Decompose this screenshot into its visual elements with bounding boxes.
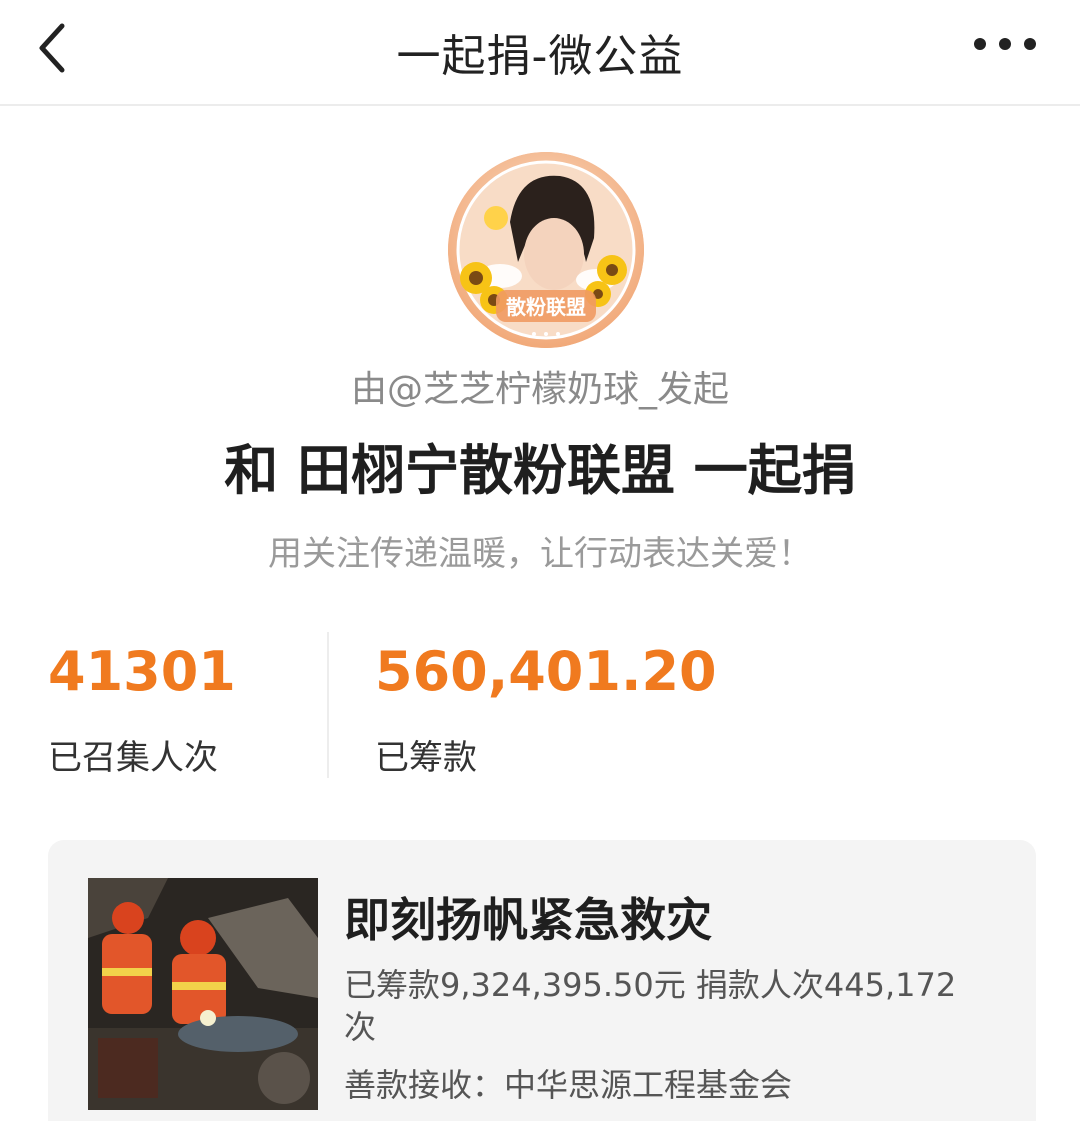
slogan-text: 用关注传递温暖，让行动表达关爱！ xyxy=(268,534,812,574)
fundraiser-title: 和 田栩宁散粉联盟 一起捐 xyxy=(224,439,856,502)
page: 一起捐-微公益 散粉联盟 由@芝芝柠檬奶球_发起 和 田栩宁散粉联盟 一起捐 用… xyxy=(0,0,1080,1121)
avatar-illustration: 散粉联盟 xyxy=(448,152,644,348)
page-title: 一起捐-微公益 xyxy=(396,31,684,82)
avatar-badge-text: 散粉联盟 xyxy=(506,295,586,319)
project-stats: 已筹款9,324,395.50元 捐款人次445,172次 xyxy=(344,966,957,1046)
avatar[interactable]: 散粉联盟 xyxy=(448,152,644,348)
raised-amount: 560,401.20 xyxy=(375,640,717,703)
nav-header: 一起捐-微公益 xyxy=(0,0,1080,106)
more-horizontal-icon xyxy=(974,38,1036,50)
project-image xyxy=(88,878,318,1110)
project-card[interactable]: 即刻扬帆紧急救灾 已筹款9,324,395.50元 捐款人次445,172次 善… xyxy=(48,840,1036,1121)
raised-label: 已筹款 xyxy=(375,738,477,778)
more-button[interactable] xyxy=(970,34,1040,54)
project-receiver: 善款接收：中华思源工程基金会 xyxy=(344,1066,793,1104)
project-title: 即刻扬帆紧急救灾 xyxy=(344,893,712,947)
participants-count: 41301 xyxy=(48,640,236,703)
initiator-text[interactable]: 由@芝芝柠檬奶球_发起 xyxy=(0,360,1080,412)
stats-divider xyxy=(327,632,329,778)
participants-label: 已召集人次 xyxy=(48,738,218,778)
